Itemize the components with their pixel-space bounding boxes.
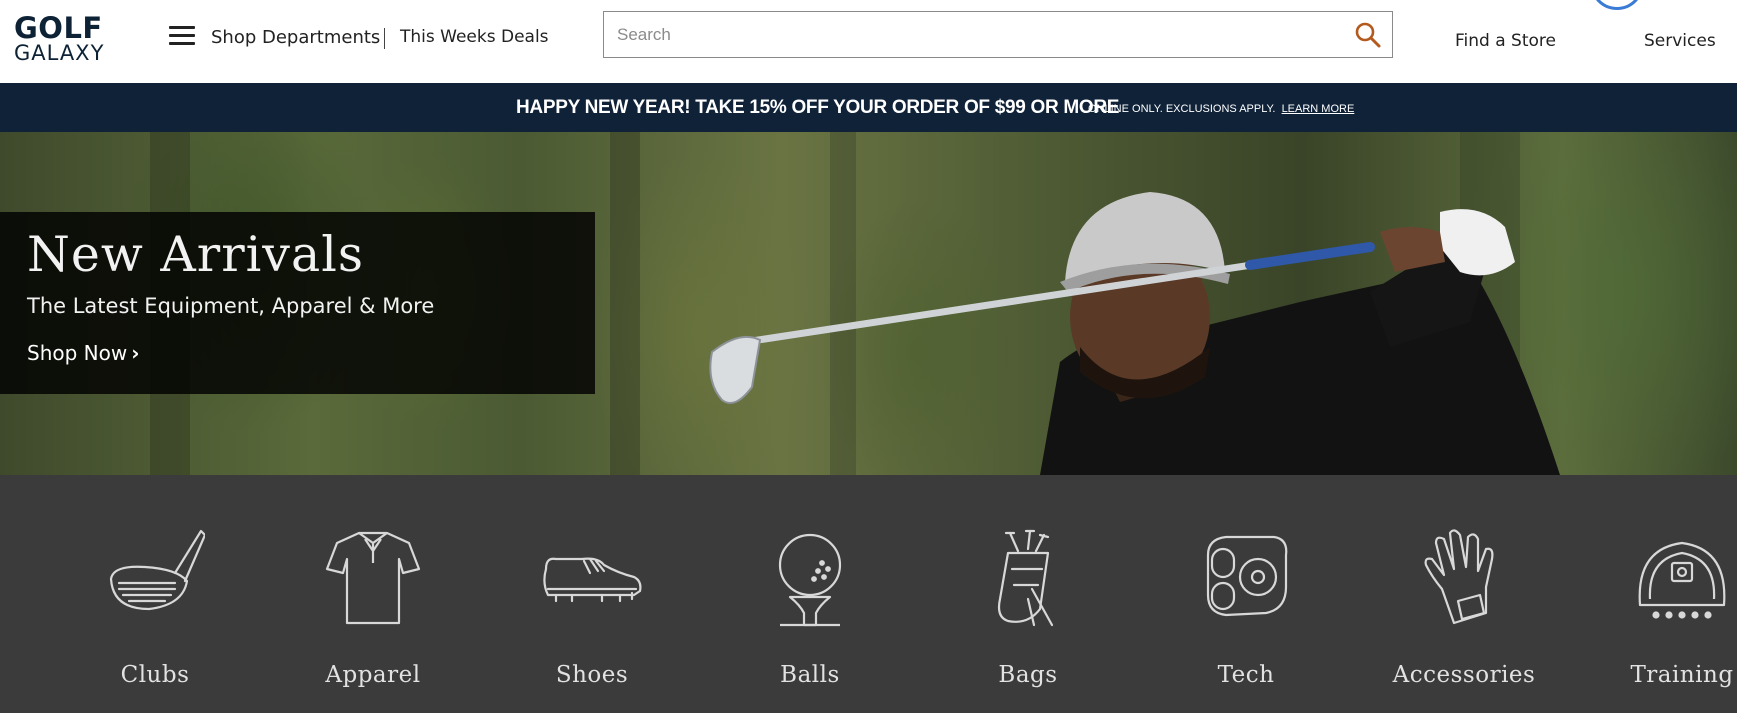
- hero-subtitle: The Latest Equipment, Apparel & More: [27, 294, 435, 318]
- golf-glove-icon: [1424, 529, 1494, 625]
- promo-banner: HAPPY NEW YEAR! TAKE 15% OFF YOUR ORDER …: [0, 83, 1737, 132]
- hero-banner[interactable]: New Arrivals The Latest Equipment, Appar…: [0, 132, 1737, 475]
- logo-text-bottom: GALAXY: [14, 41, 105, 65]
- shop-now-label: Shop Now: [27, 341, 128, 365]
- shop-departments-link[interactable]: Shop Departments: [211, 27, 380, 48]
- golf-club-icon: [109, 529, 205, 611]
- category-label: Clubs: [120, 662, 190, 688]
- category-bags[interactable]: Bags: [928, 475, 1128, 713]
- rangefinder-icon: [1206, 535, 1288, 617]
- account-avatar[interactable]: [1590, 0, 1644, 10]
- category-label: Accessories: [1392, 662, 1536, 688]
- promo-exclusions-text: ONLINE ONLY. EXCLUSIONS APPLY.: [1088, 103, 1276, 115]
- category-training[interactable]: Training: [1582, 475, 1737, 713]
- search-input[interactable]: [604, 12, 1334, 57]
- launch-monitor-icon: [1638, 541, 1726, 619]
- learn-more-link[interactable]: LEARN MORE: [1282, 103, 1355, 115]
- hero-title: New Arrivals: [27, 226, 365, 283]
- golf-bag-icon: [997, 529, 1054, 627]
- search-icon[interactable]: [1354, 21, 1382, 49]
- category-label: Bags: [998, 662, 1058, 688]
- promo-fine-print: ONLINE ONLY. EXCLUSIONS APPLY. LEARN MOR…: [1088, 103, 1354, 115]
- golf-galaxy-logo[interactable]: GOLF GALAXY: [14, 11, 124, 65]
- site-header: GOLF GALAXY Shop Departments This Weeks …: [0, 0, 1737, 83]
- promo-headline[interactable]: HAPPY NEW YEAR! TAKE 15% OFF YOUR ORDER …: [516, 97, 1119, 119]
- find-a-store-link[interactable]: Find a Store: [1455, 31, 1556, 51]
- this-weeks-deals-link[interactable]: This Weeks Deals: [400, 27, 549, 47]
- hamburger-menu-icon[interactable]: [169, 26, 195, 48]
- hero-text-panel: New Arrivals The Latest Equipment, Appar…: [0, 212, 595, 394]
- polo-shirt-icon: [325, 531, 421, 625]
- logo-text-top: GOLF: [14, 11, 103, 45]
- category-label: Tech: [1217, 662, 1275, 688]
- golf-ball-on-tee-icon: [778, 533, 842, 627]
- services-link[interactable]: Services: [1644, 31, 1716, 51]
- category-balls[interactable]: Balls: [710, 475, 910, 713]
- category-label: Shoes: [555, 662, 629, 688]
- category-strip: Clubs Apparel Shoes Balls Bags Tech Acce…: [0, 475, 1737, 713]
- category-apparel[interactable]: Apparel: [273, 475, 473, 713]
- shop-now-link[interactable]: Shop Now ›: [27, 341, 139, 365]
- category-clubs[interactable]: Clubs: [55, 475, 255, 713]
- category-tech[interactable]: Tech: [1146, 475, 1346, 713]
- category-shoes[interactable]: Shoes: [492, 475, 692, 713]
- category-accessories[interactable]: Accessories: [1364, 475, 1564, 713]
- search-bar: [603, 11, 1393, 58]
- category-label: Balls: [780, 662, 840, 688]
- chevron-right-icon: ›: [131, 341, 140, 365]
- category-label: Apparel: [325, 662, 421, 688]
- nav-divider: [384, 28, 385, 49]
- golf-shoe-icon: [543, 557, 642, 603]
- category-label: Training: [1630, 662, 1734, 688]
